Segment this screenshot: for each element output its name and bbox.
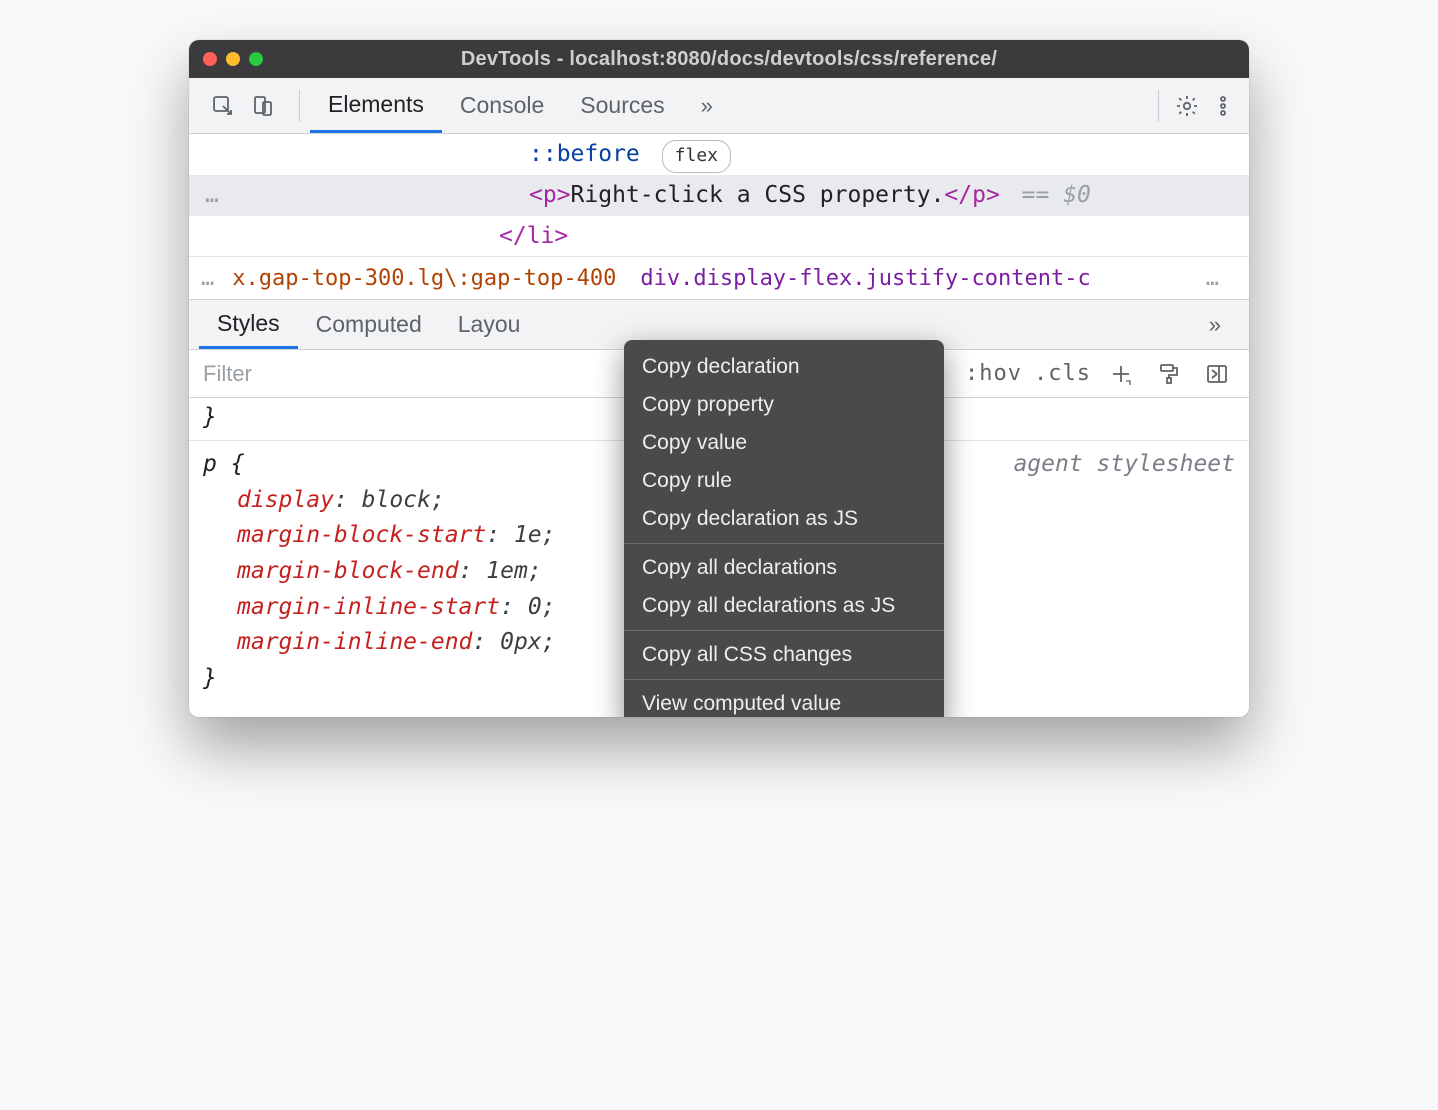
window-title: DevTools - localhost:8080/docs/devtools/… — [273, 48, 1235, 71]
gear-icon[interactable] — [1169, 88, 1205, 124]
css-value: 1e — [514, 522, 542, 548]
dom-closing-row[interactable]: </li> — [189, 216, 1249, 257]
subtab-styles[interactable]: Styles — [199, 300, 298, 349]
context-menu-item[interactable]: Copy value — [624, 424, 944, 462]
context-menu-item[interactable]: Copy all declarations as JS — [624, 587, 944, 625]
css-value: 1em — [486, 558, 528, 584]
kebab-menu-icon[interactable] — [1205, 88, 1241, 124]
tab-sources[interactable]: Sources — [562, 78, 682, 133]
inspect-element-icon[interactable] — [205, 88, 241, 124]
tag-open: <p> — [529, 182, 571, 208]
css-value: block — [362, 487, 431, 513]
context-menu-separator — [624, 679, 944, 680]
breadcrumb-trailing-ellipsis[interactable]: … — [1206, 266, 1219, 291]
context-menu-item[interactable]: Copy property — [624, 386, 944, 424]
toolbar-divider-right — [1158, 90, 1159, 122]
context-menu-item[interactable]: View computed value — [624, 685, 944, 717]
paint-format-icon[interactable] — [1151, 356, 1187, 392]
toolbar-more-tabs[interactable]: » — [683, 78, 731, 133]
titlebar: DevTools - localhost:8080/docs/devtools/… — [189, 40, 1249, 78]
context-menu-item[interactable]: Copy rule — [624, 462, 944, 500]
css-property: margin-block-start — [237, 522, 486, 548]
subtab-computed[interactable]: Computed — [298, 300, 440, 349]
tag-close: </p> — [944, 182, 999, 208]
computed-sidebar-icon[interactable] — [1199, 356, 1235, 392]
subtab-layout[interactable]: Layou — [440, 300, 539, 349]
rule-selector[interactable]: p { — [203, 451, 245, 477]
closing-li-tag: </li> — [499, 223, 568, 249]
context-menu-item[interactable]: Copy declaration — [624, 348, 944, 386]
subtabs-more[interactable]: » — [1191, 300, 1239, 349]
context-menu-item[interactable]: Copy declaration as JS — [624, 500, 944, 538]
breadcrumb[interactable]: … x.gap-top-300.lg\:gap-top-400 div.disp… — [189, 256, 1249, 300]
tab-console[interactable]: Console — [442, 78, 562, 133]
collapse-ellipsis-icon[interactable]: … — [205, 177, 219, 214]
css-property: display — [237, 487, 334, 513]
toolbar-divider — [299, 90, 300, 122]
flex-badge[interactable]: flex — [662, 140, 731, 173]
context-menu-separator — [624, 543, 944, 544]
window-controls — [203, 52, 263, 66]
new-style-rule-icon[interactable] — [1103, 356, 1139, 392]
css-value: 0 — [528, 594, 542, 620]
css-property: margin-inline-end — [237, 629, 472, 655]
breadcrumb-item-2[interactable]: div.display-flex.justify-content-c — [640, 266, 1090, 291]
breadcrumb-leading-ellipsis[interactable]: … — [201, 266, 214, 291]
devtools-window: DevTools - localhost:8080/docs/devtools/… — [189, 40, 1249, 717]
context-menu-separator — [624, 630, 944, 631]
css-property: margin-block-end — [237, 558, 459, 584]
dom-tree[interactable]: ::before flex … <p>Right-click a CSS pro… — [189, 134, 1249, 256]
hov-toggle[interactable]: :hov — [965, 361, 1022, 386]
context-menu: Copy declarationCopy propertyCopy valueC… — [624, 340, 944, 717]
context-menu-item[interactable]: Copy all declarations — [624, 549, 944, 587]
tab-elements[interactable]: Elements — [310, 78, 442, 133]
dom-selected-row[interactable]: … <p>Right-click a CSS property.</p> == … — [189, 175, 1249, 216]
breadcrumb-item-1[interactable]: x.gap-top-300.lg\:gap-top-400 — [232, 266, 616, 291]
main-toolbar: Elements Console Sources » — [189, 78, 1249, 134]
dom-node-text: Right-click a CSS property. — [571, 182, 945, 208]
minimize-window-button[interactable] — [226, 52, 240, 66]
context-menu-item[interactable]: Copy all CSS changes — [624, 636, 944, 674]
zoom-window-button[interactable] — [249, 52, 263, 66]
user-agent-stylesheet-label: agent stylesheet — [1013, 447, 1235, 483]
console-ref-label: == $0 — [1022, 182, 1091, 208]
pseudo-element-label: ::before — [529, 141, 640, 167]
dom-pseudo-row[interactable]: ::before flex — [189, 134, 1249, 175]
device-toggle-icon[interactable] — [245, 88, 281, 124]
css-property: margin-inline-start — [237, 594, 500, 620]
close-window-button[interactable] — [203, 52, 217, 66]
css-value: 0px — [500, 629, 542, 655]
cls-toggle[interactable]: .cls — [1034, 361, 1091, 386]
